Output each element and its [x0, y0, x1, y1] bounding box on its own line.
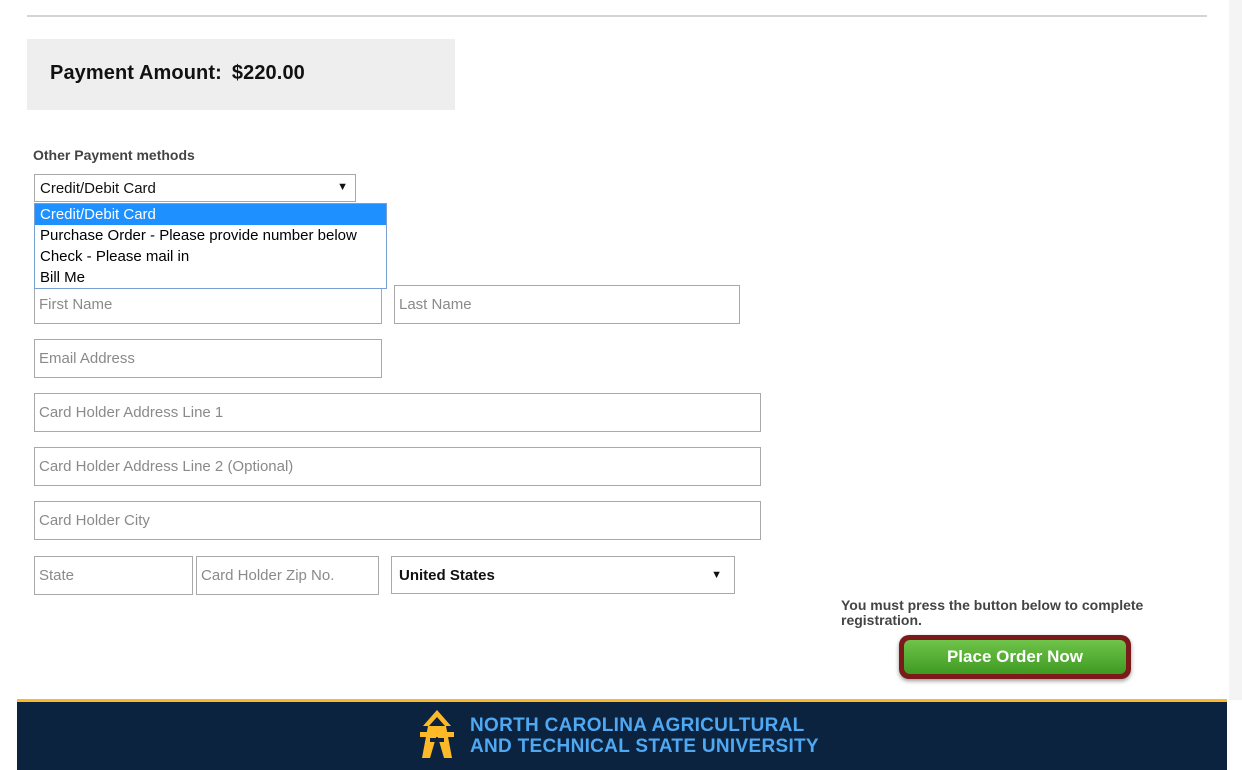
payment-option-credit-card[interactable]: Credit/Debit Card: [35, 204, 386, 225]
payment-method-selected: Credit/Debit Card: [40, 180, 156, 197]
state-field[interactable]: [34, 556, 193, 595]
email-field[interactable]: [34, 339, 382, 378]
country-select[interactable]: United States ▼: [391, 556, 735, 594]
first-name-field[interactable]: [34, 285, 382, 324]
payment-option-check[interactable]: Check - Please mail in: [35, 246, 386, 267]
address-line2-field[interactable]: [34, 447, 761, 486]
dropdown-arrow-icon: ▼: [337, 181, 348, 193]
payment-amount: Payment Amount: $220.00: [50, 62, 305, 85]
payment-amount-label: Payment Amount:: [50, 62, 222, 84]
university-logo-icon: [420, 710, 454, 758]
university-name-line1: NORTH CAROLINA AGRICULTURAL: [470, 715, 805, 736]
place-order-button[interactable]: Place Order Now: [904, 640, 1126, 674]
payment-method-dropdown-list[interactable]: Credit/Debit Card Purchase Order - Pleas…: [34, 203, 387, 289]
country-dropdown-arrow-icon: ▼: [711, 569, 722, 581]
other-payment-methods-label: Other Payment methods: [33, 147, 195, 163]
city-field[interactable]: [34, 501, 761, 540]
payment-option-bill-me[interactable]: Bill Me: [35, 267, 386, 288]
address-line1-field[interactable]: [34, 393, 761, 432]
complete-registration-notice: You must press the button below to compl…: [841, 597, 1144, 628]
scrollbar-track[interactable]: [1229, 0, 1242, 700]
university-name-line2: AND TECHNICAL STATE UNIVERSITY: [470, 736, 819, 757]
payment-option-purchase-order[interactable]: Purchase Order - Please provide number b…: [35, 225, 386, 246]
payment-amount-value: $220.00: [231, 62, 305, 84]
footer: NORTH CAROLINA AGRICULTURAL AND TECHNICA…: [0, 699, 1242, 770]
university-name: NORTH CAROLINA AGRICULTURAL AND TECHNICA…: [470, 715, 819, 757]
last-name-field[interactable]: [394, 285, 740, 324]
country-selected: United States: [399, 567, 495, 584]
zip-field[interactable]: [196, 556, 379, 595]
payment-method-select[interactable]: Credit/Debit Card ▼: [34, 174, 356, 202]
top-divider: [27, 15, 1207, 17]
place-order-button-frame: Place Order Now: [899, 635, 1131, 679]
